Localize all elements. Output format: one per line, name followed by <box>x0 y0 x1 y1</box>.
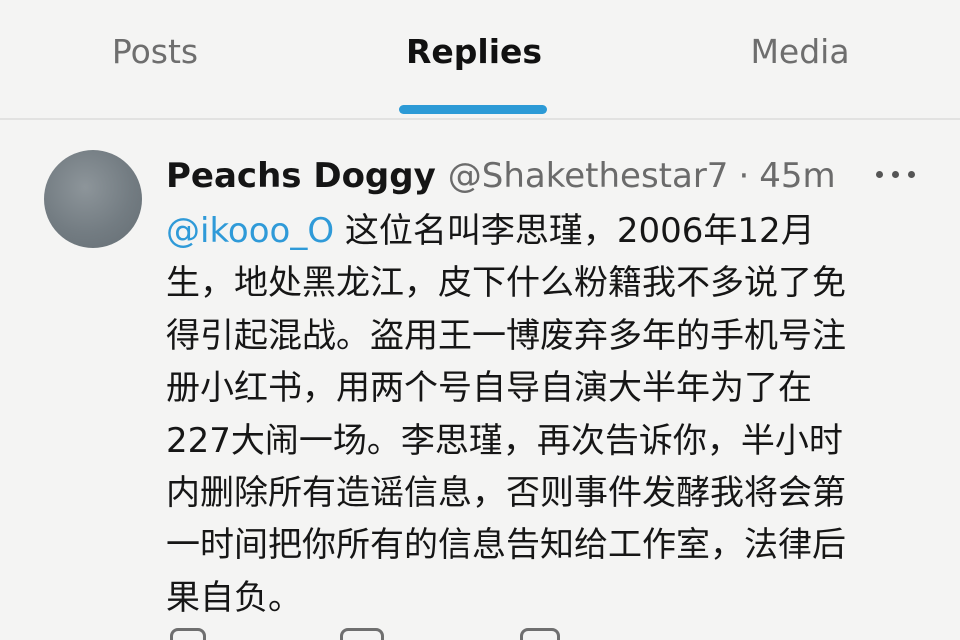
post-text-line: 227大闹一场。李思瑾，再次告诉你，半小时 <box>166 420 843 461</box>
post-text-segment: 这位名叫李思瑾，2006年12月 <box>334 211 815 251</box>
post-text-line: 得引起混战。盗用王一博废弃多年的手机号注 <box>166 315 846 356</box>
header-separator: · <box>738 156 750 196</box>
profile-timeline: Posts Replies Media Peachs Doggy @Shaketh… <box>0 0 960 640</box>
post-text: @ikooo_O 这位名叫李思瑾，2006年12月 生，地处黑龙江，皮下什么粉籍… <box>166 205 926 624</box>
avatar[interactable] <box>44 150 142 248</box>
post-text-line: @ikooo_O 这位名叫李思瑾，2006年12月 <box>166 205 926 257</box>
post-time[interactable]: 45m <box>759 156 835 196</box>
post-text-line: 内删除所有造谣信息，否则事件发酵我将会第 <box>166 472 846 513</box>
post-text-line: 一时间把你所有的信息告知给工作室，法律后 <box>166 525 846 566</box>
reply-icon[interactable] <box>170 628 206 640</box>
like-icon[interactable] <box>520 628 560 640</box>
profile-tab-bar: Posts Replies Media <box>0 0 960 118</box>
tab-media[interactable]: Media <box>700 24 900 80</box>
tab-replies[interactable]: Replies <box>374 24 574 80</box>
post-text-line: 生，地处黑龙江，皮下什么粉籍我不多说了免 <box>166 263 846 304</box>
mention-link[interactable]: @ikooo_O <box>166 211 334 251</box>
user-handle[interactable]: @Shakethestar7 <box>448 156 729 196</box>
active-tab-indicator <box>399 105 547 114</box>
post-text-line: 果自负。 <box>166 577 302 618</box>
post-text-line: 册小红书，用两个号自导自演大半年为了在 <box>166 368 812 409</box>
more-horizontal-icon[interactable] <box>872 163 920 187</box>
retweet-icon[interactable] <box>340 628 384 640</box>
tab-posts[interactable]: Posts <box>55 24 255 80</box>
tab-divider <box>0 118 960 120</box>
post-header: Peachs Doggy @Shakethestar7 · 45m <box>166 150 836 202</box>
display-name[interactable]: Peachs Doggy <box>166 156 436 196</box>
